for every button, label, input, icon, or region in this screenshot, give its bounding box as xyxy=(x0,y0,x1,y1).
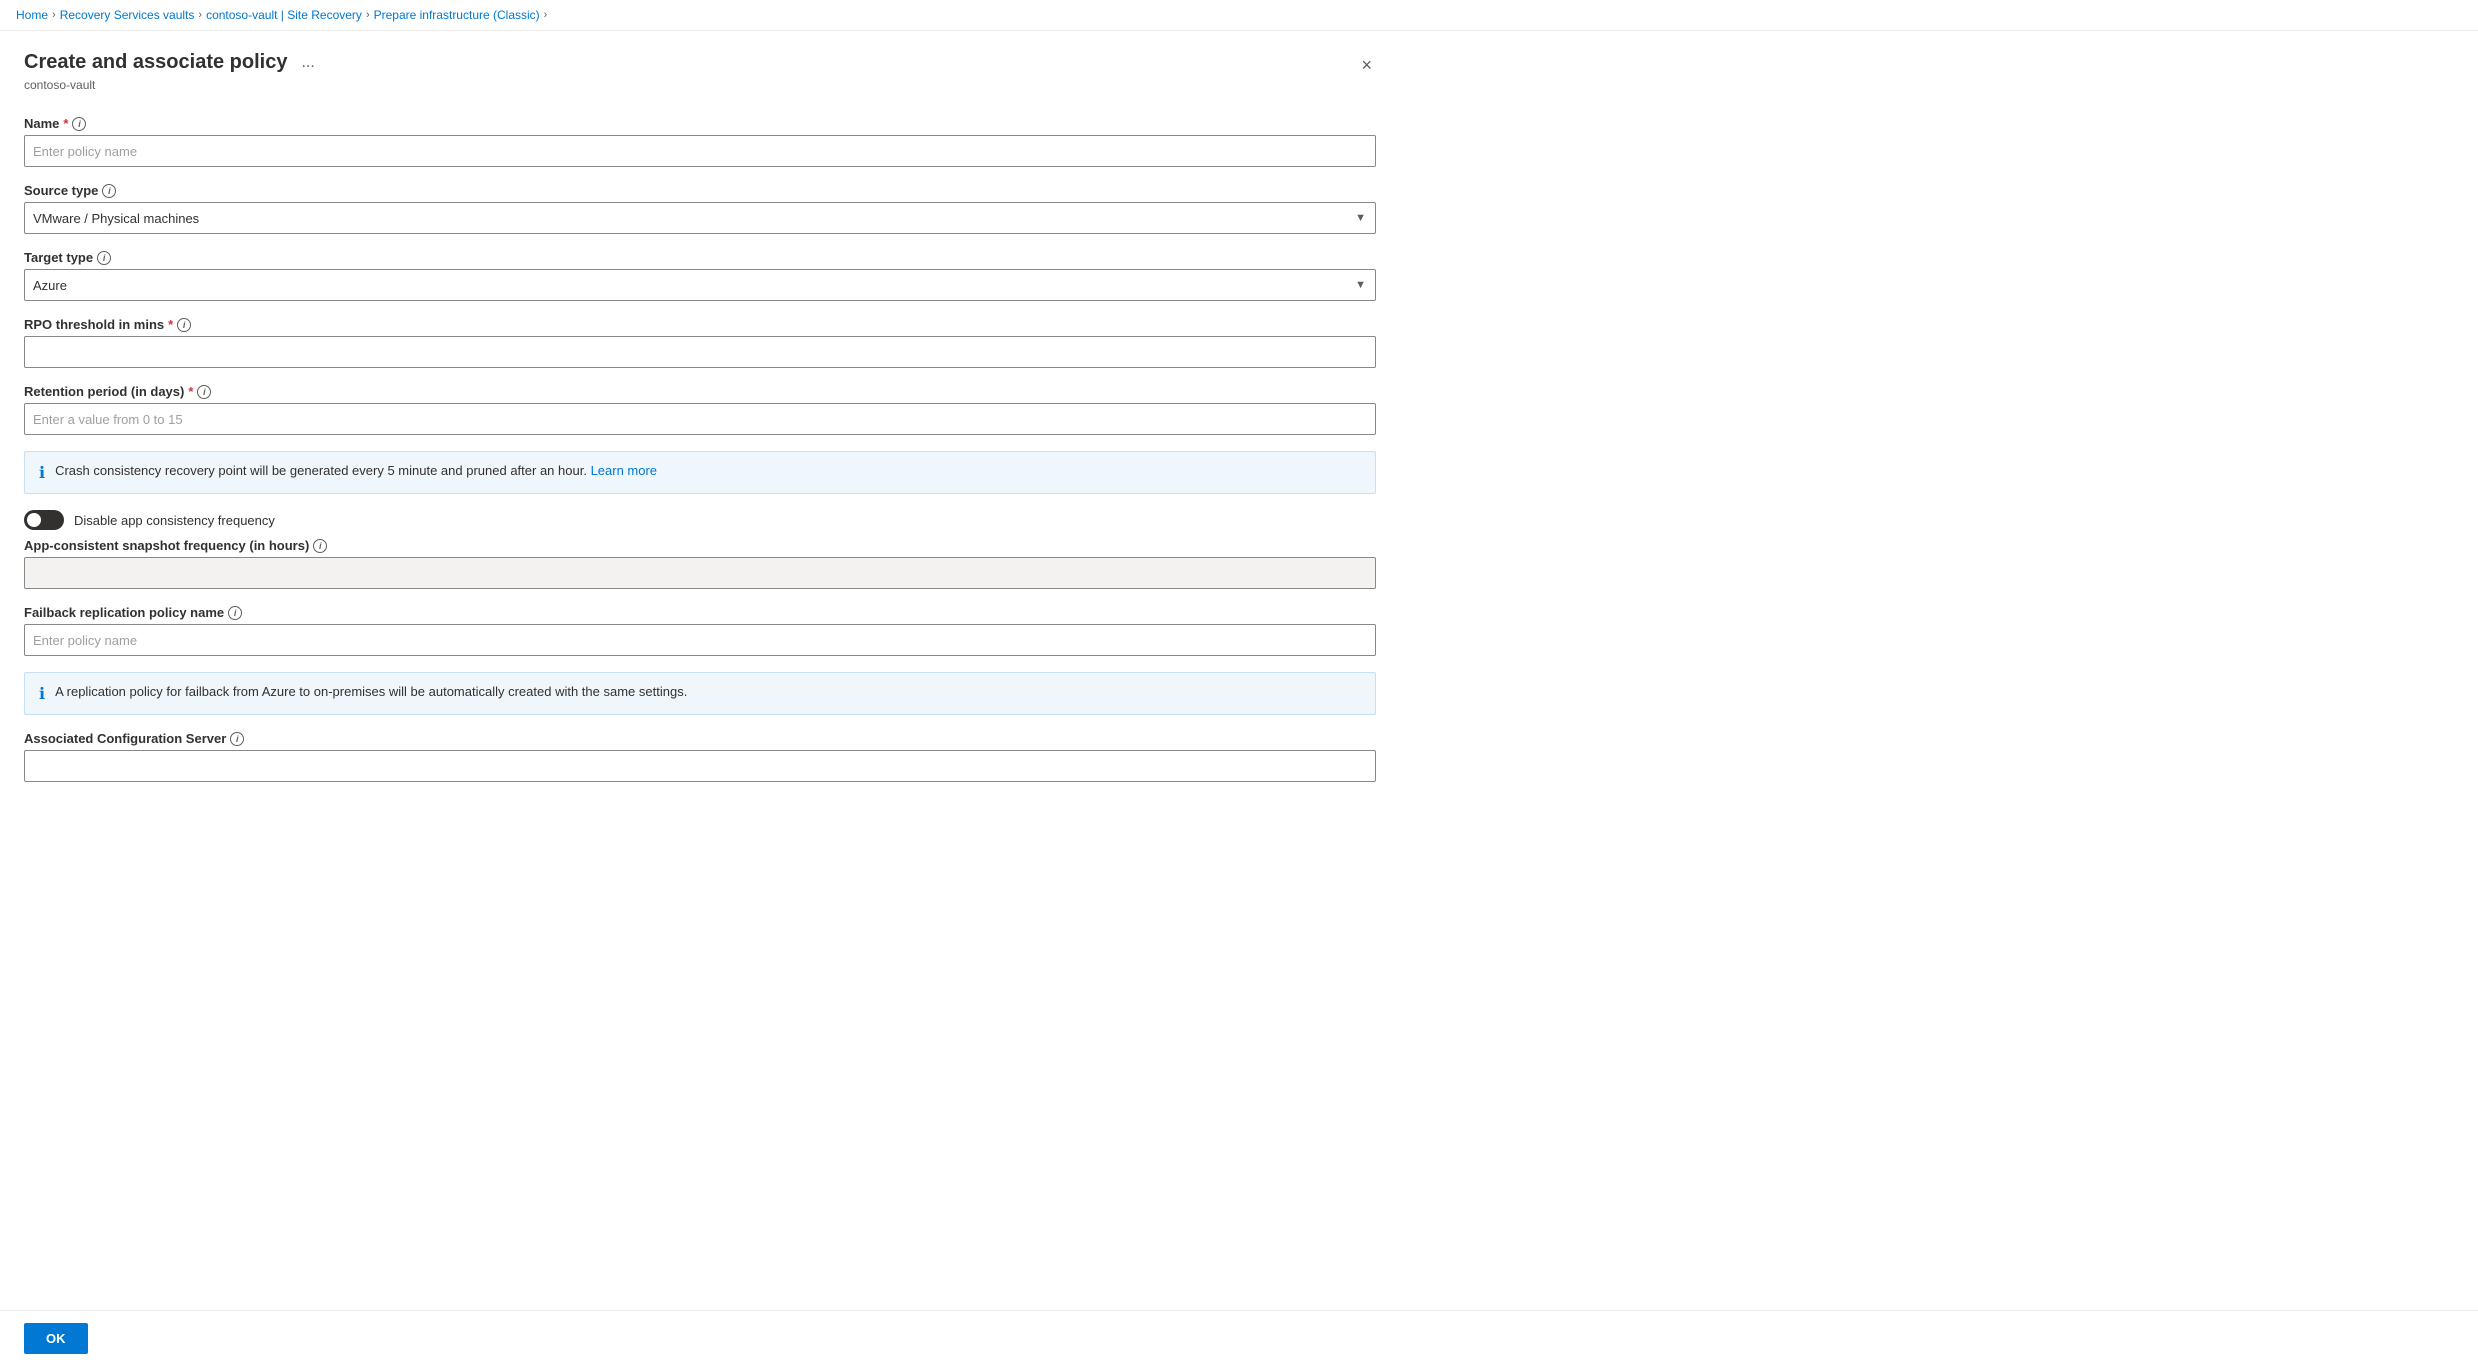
failback-banner-text: A replication policy for failback from A… xyxy=(55,684,687,699)
toggle-track xyxy=(24,510,64,530)
retention-field-group: Retention period (in days) * i xyxy=(24,384,1376,435)
panel-subtitle: contoso-vault xyxy=(24,78,1376,92)
failback-banner-info-icon: ℹ xyxy=(39,684,45,704)
breadcrumb-prepare-infrastructure[interactable]: Prepare infrastructure (Classic) xyxy=(374,8,540,22)
app-snapshot-label: App-consistent snapshot frequency (in ho… xyxy=(24,538,1376,553)
assoc-server-label: Associated Configuration Server i xyxy=(24,731,1376,746)
source-type-select[interactable]: VMware / Physical machines xyxy=(24,202,1376,234)
crash-banner-main-text: Crash consistency recovery point will be… xyxy=(55,463,587,478)
breadcrumb-sep-1: › xyxy=(52,9,56,21)
retention-info-icon[interactable]: i xyxy=(197,385,211,399)
breadcrumb: Home › Recovery Services vaults › contos… xyxy=(0,0,2478,31)
source-type-info-icon[interactable]: i xyxy=(102,184,116,198)
app-snapshot-input[interactable]: 0 xyxy=(24,557,1376,589)
close-button[interactable]: × xyxy=(1357,51,1376,80)
failback-label: Failback replication policy name i xyxy=(24,605,1376,620)
rpo-label-text: RPO threshold in mins xyxy=(24,317,164,332)
rpo-label: RPO threshold in mins * i xyxy=(24,317,1376,332)
toggle-thumb xyxy=(27,513,41,527)
target-type-select[interactable]: Azure xyxy=(24,269,1376,301)
name-label-text: Name xyxy=(24,116,59,131)
ok-button[interactable]: OK xyxy=(24,1323,88,1354)
target-type-info-icon[interactable]: i xyxy=(97,251,111,265)
rpo-input[interactable]: 60 xyxy=(24,336,1376,368)
name-label: Name * i xyxy=(24,116,1376,131)
source-type-label: Source type i xyxy=(24,183,1376,198)
target-type-label: Target type i xyxy=(24,250,1376,265)
source-type-select-wrapper: VMware / Physical machines ▼ xyxy=(24,202,1376,234)
retention-required-star: * xyxy=(188,384,193,399)
breadcrumb-recovery-vaults[interactable]: Recovery Services vaults xyxy=(60,8,195,22)
toggle-row: Disable app consistency frequency xyxy=(24,510,1376,530)
name-info-icon[interactable]: i xyxy=(72,117,86,131)
breadcrumb-sep-3: › xyxy=(366,9,370,21)
panel: Create and associate policy ... × contos… xyxy=(0,31,1400,858)
failback-banner: ℹ A replication policy for failback from… xyxy=(24,672,1376,715)
crash-banner-learn-more-link[interactable]: Learn more xyxy=(591,463,657,478)
assoc-server-info-icon[interactable]: i xyxy=(230,732,244,746)
rpo-info-icon[interactable]: i xyxy=(177,318,191,332)
panel-title-row: Create and associate policy ... xyxy=(24,51,321,74)
failback-banner-text-container: A replication policy for failback from A… xyxy=(55,683,687,701)
app-consistency-toggle[interactable] xyxy=(24,510,64,530)
panel-title: Create and associate policy xyxy=(24,51,287,74)
retention-input[interactable] xyxy=(24,403,1376,435)
breadcrumb-contoso-vault[interactable]: contoso-vault | Site Recovery xyxy=(206,8,362,22)
name-field-group: Name * i xyxy=(24,116,1376,167)
source-type-label-text: Source type xyxy=(24,183,98,198)
app-snapshot-group: App-consistent snapshot frequency (in ho… xyxy=(24,538,1376,589)
breadcrumb-sep-4: › xyxy=(544,9,548,21)
app-snapshot-label-text: App-consistent snapshot frequency (in ho… xyxy=(24,538,309,553)
failback-label-text: Failback replication policy name xyxy=(24,605,224,620)
failback-info-icon[interactable]: i xyxy=(228,606,242,620)
name-required-star: * xyxy=(63,116,68,131)
failback-field-group: Failback replication policy name i xyxy=(24,605,1376,656)
target-type-group: Target type i Azure ▼ xyxy=(24,250,1376,301)
rpo-field-group: RPO threshold in mins * i 60 xyxy=(24,317,1376,368)
breadcrumb-home[interactable]: Home xyxy=(16,8,48,22)
target-type-label-text: Target type xyxy=(24,250,93,265)
breadcrumb-sep-2: › xyxy=(198,9,202,21)
name-input[interactable] xyxy=(24,135,1376,167)
footer-bar: OK xyxy=(0,1310,2478,1366)
crash-banner-text: Crash consistency recovery point will be… xyxy=(55,462,657,480)
assoc-server-label-text: Associated Configuration Server xyxy=(24,731,226,746)
ellipsis-button[interactable]: ... xyxy=(295,52,320,74)
source-type-group: Source type i VMware / Physical machines… xyxy=(24,183,1376,234)
assoc-server-group: Associated Configuration Server i contos… xyxy=(24,731,1376,782)
crash-consistency-banner: ℹ Crash consistency recovery point will … xyxy=(24,451,1376,494)
rpo-required-star: * xyxy=(168,317,173,332)
toggle-label-text: Disable app consistency frequency xyxy=(74,513,275,528)
assoc-server-input[interactable]: contosoCS xyxy=(24,750,1376,782)
target-type-select-wrapper: Azure ▼ xyxy=(24,269,1376,301)
failback-input[interactable] xyxy=(24,624,1376,656)
app-snapshot-info-icon[interactable]: i xyxy=(313,539,327,553)
retention-label: Retention period (in days) * i xyxy=(24,384,1376,399)
crash-banner-info-icon: ℹ xyxy=(39,463,45,483)
panel-header: Create and associate policy ... × xyxy=(24,51,1376,74)
retention-label-text: Retention period (in days) xyxy=(24,384,184,399)
